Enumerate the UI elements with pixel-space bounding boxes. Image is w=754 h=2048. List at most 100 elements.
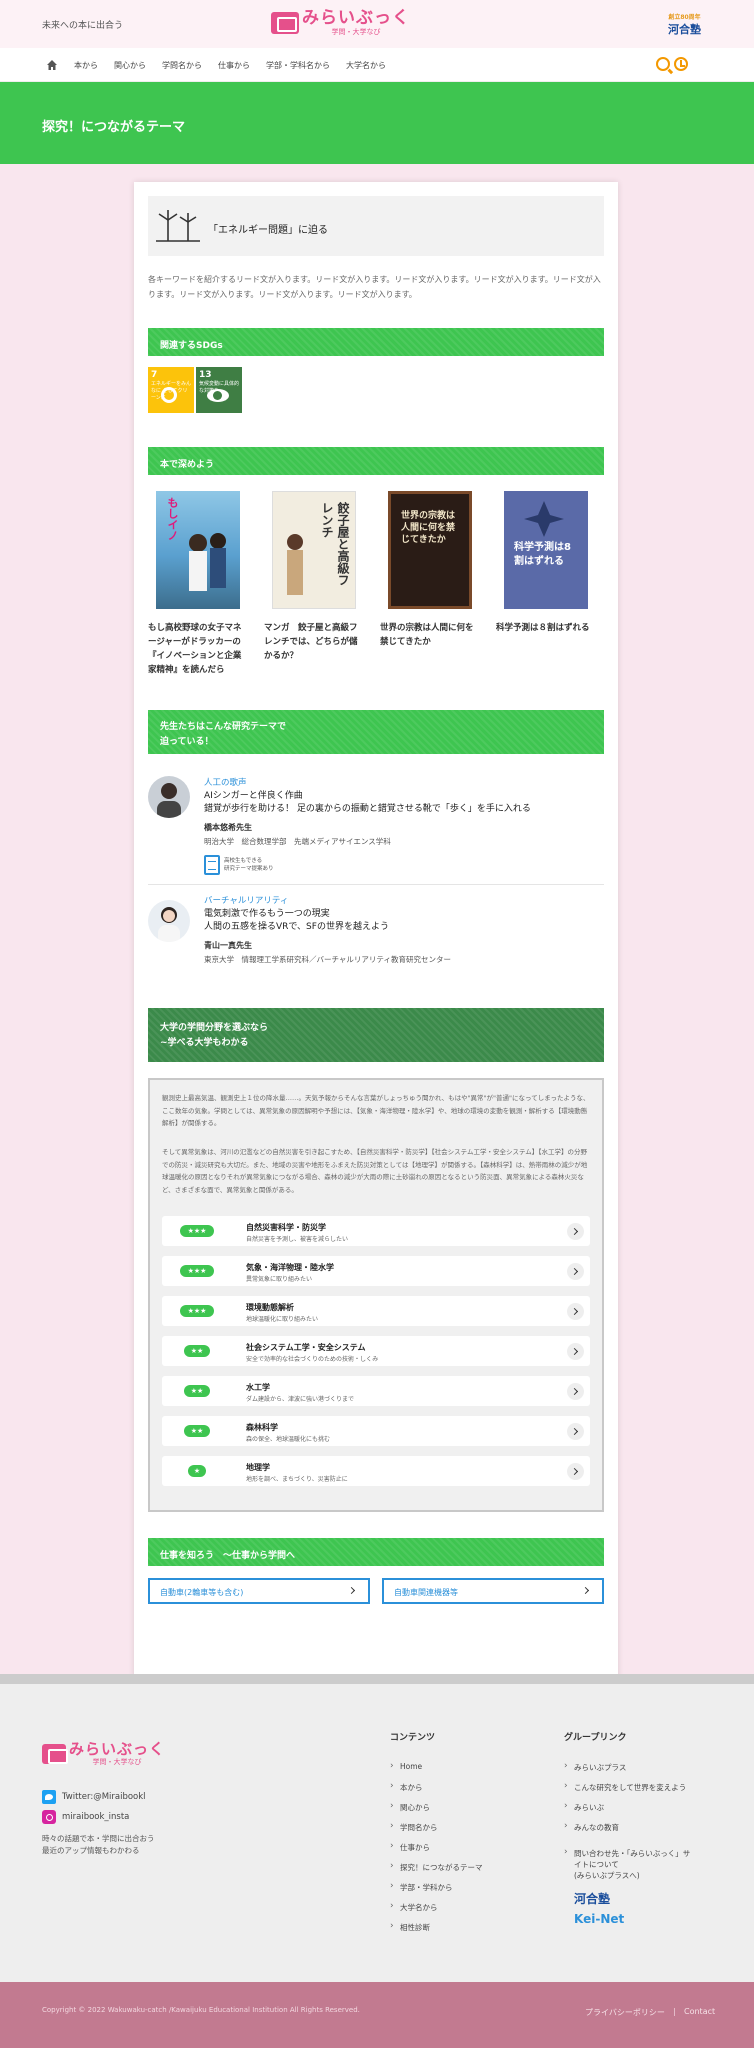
search-icon[interactable] (656, 57, 670, 71)
teacher-card[interactable]: 人工の歌声 AIシンガーと伴良く作曲 錯覚が歩行を助ける！ 足の裏からの振動と錯… (148, 776, 604, 875)
job-label: 自動車(2輪車等も含む) (160, 1588, 244, 1597)
home-icon[interactable] (46, 59, 58, 71)
books-heading: 本で深めよう (148, 447, 604, 475)
contact-link[interactable]: Contact (684, 2007, 715, 2016)
footer-link-themes[interactable]: 探究！につながるテーマ (390, 1861, 483, 1873)
book-title: 科学予測は８割はずれる (496, 623, 590, 633)
field-row[interactable]: ★★ 森林科学 森の保全、地球温暖化にも挑む (162, 1416, 590, 1446)
sdg-7-tile[interactable]: 7 エネルギーをみんなに そしてクリーンに (148, 367, 194, 413)
hero-banner: 探究！につながるテーマ (0, 82, 754, 164)
logo-subtitle: 学問・大学なび (92, 1758, 142, 1766)
field-name: 気象・海洋物理・陸水学 (246, 1263, 334, 1272)
book-card[interactable]: 科学予測は8割はずれる 科学予測は８割はずれる (496, 491, 592, 635)
field-name: 森林科学 (246, 1423, 278, 1432)
logo-subtitle: 学問・大学なび (331, 28, 381, 36)
twitter-link[interactable]: Twitter:@Miraibookl (42, 1790, 146, 1804)
footer-link-disciplines[interactable]: 学問名から (390, 1821, 438, 1833)
field-row[interactable]: ★★ 水工学 ダム建設から、津波に強い港づくりまで (162, 1376, 590, 1406)
nav-item-universities[interactable]: 大学名から (346, 60, 386, 71)
logo-name: みらいぶっく (69, 1740, 166, 1758)
nav-item-interests[interactable]: 関心から (114, 60, 146, 71)
book-title: マンガ 餃子屋と高級フレンチでは、どちらが儲かるか？ (264, 623, 358, 661)
site-tagline: 未来への本に出合う (42, 21, 124, 31)
footer-logo[interactable]: みらいぶっく 学問・大学なび (42, 1742, 165, 1766)
teacher-photo (158, 907, 180, 942)
nav-item-faculties[interactable]: 学部・学科名から (266, 60, 330, 71)
footer-link-jobs[interactable]: 仕事から (390, 1841, 430, 1853)
top-bar: 未来への本に出合う みらいぶっく 学問・大学なび 創立80周年 河合塾 (0, 0, 754, 48)
chevron-right-icon (347, 1586, 356, 1595)
job-label: 自動車関連機器等 (394, 1588, 458, 1597)
chevron-right-icon[interactable] (567, 1423, 584, 1440)
footer-link-miraibu-plus[interactable]: みらいぶプラス (564, 1761, 626, 1773)
site-logo[interactable]: みらいぶっく 学問・大学なび (271, 10, 410, 36)
job-button-automobile[interactable]: 自動車(2輪車等も含む) (148, 1578, 370, 1604)
book-card[interactable]: 世界の宗教は人間に何を禁じてきたか 世界の宗教は人間に何を禁じてきたか (380, 491, 476, 649)
chevron-right-icon[interactable] (567, 1463, 584, 1480)
doc-label-line1: 高校生もできる (224, 858, 263, 864)
teacher-affiliation: 明治大学 総合数理学部 先端メディアサイエンス学科 (204, 837, 391, 846)
footer-link-faculties[interactable]: 学部・学科から (390, 1881, 453, 1893)
twitter-handle: Twitter:@Miraibookl (62, 1792, 146, 1802)
group-links-heading: グループリンク (564, 1733, 627, 1743)
field-name: 水工学 (246, 1383, 270, 1392)
job-button-auto-equipment[interactable]: 自動車関連機器等 (382, 1578, 604, 1604)
chevron-right-icon[interactable] (567, 1343, 584, 1360)
footer-link-education[interactable]: みんなの教育 (564, 1821, 619, 1833)
sun-icon (161, 387, 177, 403)
privacy-policy-link[interactable]: プライバシーポリシー (585, 2007, 665, 2018)
footer-link-miraibu[interactable]: みらいぶ (564, 1801, 604, 1813)
sdgs-heading: 関連するSDGs (148, 328, 604, 356)
chevron-right-icon[interactable] (567, 1263, 584, 1280)
book-logo-icon (271, 12, 299, 34)
research-heading-line1: 先生たちはこんな研究テーマで (160, 722, 287, 732)
relevance-stars: ★★ (184, 1345, 210, 1357)
chevron-right-icon[interactable] (567, 1383, 584, 1400)
field-description: 自然災害を予測し、被害を減らしたい (246, 1236, 349, 1243)
history-icon[interactable] (674, 57, 688, 71)
footer-note: 時々の話題で本・学問に出合おう (42, 1834, 155, 1843)
footer-link-diagnosis[interactable]: 相性診断 (390, 1921, 430, 1933)
relevance-stars: ★★ (184, 1425, 210, 1437)
book-card[interactable]: もしイノ もし高校野球の女子マネージャーがドラッカーの『イノベーションと企業家精… (148, 491, 244, 677)
fields-heading-line2: ~学べる大学もわかる (160, 1038, 249, 1048)
field-row[interactable]: ★★★ 気象・海洋物理・陸水学 異常気象に取り組みたい (162, 1256, 590, 1286)
book-card[interactable]: 餃子屋と高級フレンチ マンガ 餃子屋と高級フレンチでは、どちらが儲かるか？ (264, 491, 360, 663)
field-row[interactable]: ★ 地理学 地形を調べ、まちづくり、災害防止に (162, 1456, 590, 1486)
teacher-card[interactable]: バーチャルリアリティ 電気刺激で作るもう一つの現実 人間の五感を操るVRで、SF… (148, 894, 604, 964)
chevron-right-icon[interactable] (567, 1303, 584, 1320)
field-description: 異常気象に取り組みたい (246, 1276, 313, 1283)
field-row[interactable]: ★★ 社会システム工学・安全システム 安全で効率的な社会づくりのための技術・しく… (162, 1336, 590, 1366)
instagram-link[interactable]: miraibook_insta (42, 1810, 129, 1824)
nav-item-jobs[interactable]: 仕事から (218, 60, 250, 71)
book-cover: もしイノ (156, 491, 240, 609)
field-row[interactable]: ★★★ 自然災害科学・防災学 自然災害を予測し、被害を減らしたい (162, 1216, 590, 1246)
research-topic: 錯覚が歩行を助ける！ 足の裏からの振動と錯覚させる靴で「歩く」を手に入れる (204, 804, 531, 814)
keinet-logo[interactable]: Kei-Net (574, 1912, 624, 1926)
footer-link-home[interactable]: Home (390, 1761, 422, 1771)
relevance-stars: ★★★ (180, 1305, 214, 1317)
kawaijuku-footer-logo[interactable]: 河合塾 (574, 1890, 610, 1907)
main-content: 「エネルギー問題」に迫る 各キーワードを紹介するリード文が入ります。リード文が入… (134, 182, 618, 1680)
fields-heading: 大学の学問分野を選ぶなら ~学べる大学もわかる (148, 1008, 604, 1062)
relevance-stars: ★★★ (180, 1225, 214, 1237)
book-cover: 世界の宗教は人間に何を禁じてきたか (388, 491, 472, 609)
link-separator: | (673, 2007, 676, 2016)
footer-link-interests[interactable]: 関心から (390, 1801, 430, 1813)
fields-panel: 観測史上最高気温、観測史上１位の降水量……。天気予報からそんな言葉がしょっちゅう… (148, 1078, 604, 1512)
instagram-handle: miraibook_insta (62, 1812, 130, 1822)
footer-link-research[interactable]: こんな研究をして世界を変えよう (564, 1781, 686, 1793)
footer-link-inquiry[interactable]: 問い合わせ先・「みらいぶっく」サ イトについて (みらいぶプラスへ) (564, 1847, 714, 1881)
kawaijuku-logo[interactable]: 創立80周年 河合塾 (668, 12, 701, 37)
sdg-13-tile[interactable]: 13 気候変動に具体的な対策を (196, 367, 242, 413)
footer-link-books[interactable]: 本から (390, 1781, 423, 1793)
nav-item-books[interactable]: 本から (74, 60, 98, 71)
footer-link-universities[interactable]: 大学名から (390, 1901, 438, 1913)
theme-header: 「エネルギー問題」に迫る (148, 196, 604, 256)
sdg-number: 7 (151, 370, 158, 380)
chevron-right-icon[interactable] (567, 1223, 584, 1240)
fields-heading-line1: 大学の学問分野を選ぶなら (160, 1023, 269, 1033)
nav-item-disciplines[interactable]: 学問名から (162, 60, 202, 71)
field-row[interactable]: ★★★ 環境動態解析 地球温暖化に取り組みたい (162, 1296, 590, 1326)
wind-turbine-icon (156, 210, 200, 242)
